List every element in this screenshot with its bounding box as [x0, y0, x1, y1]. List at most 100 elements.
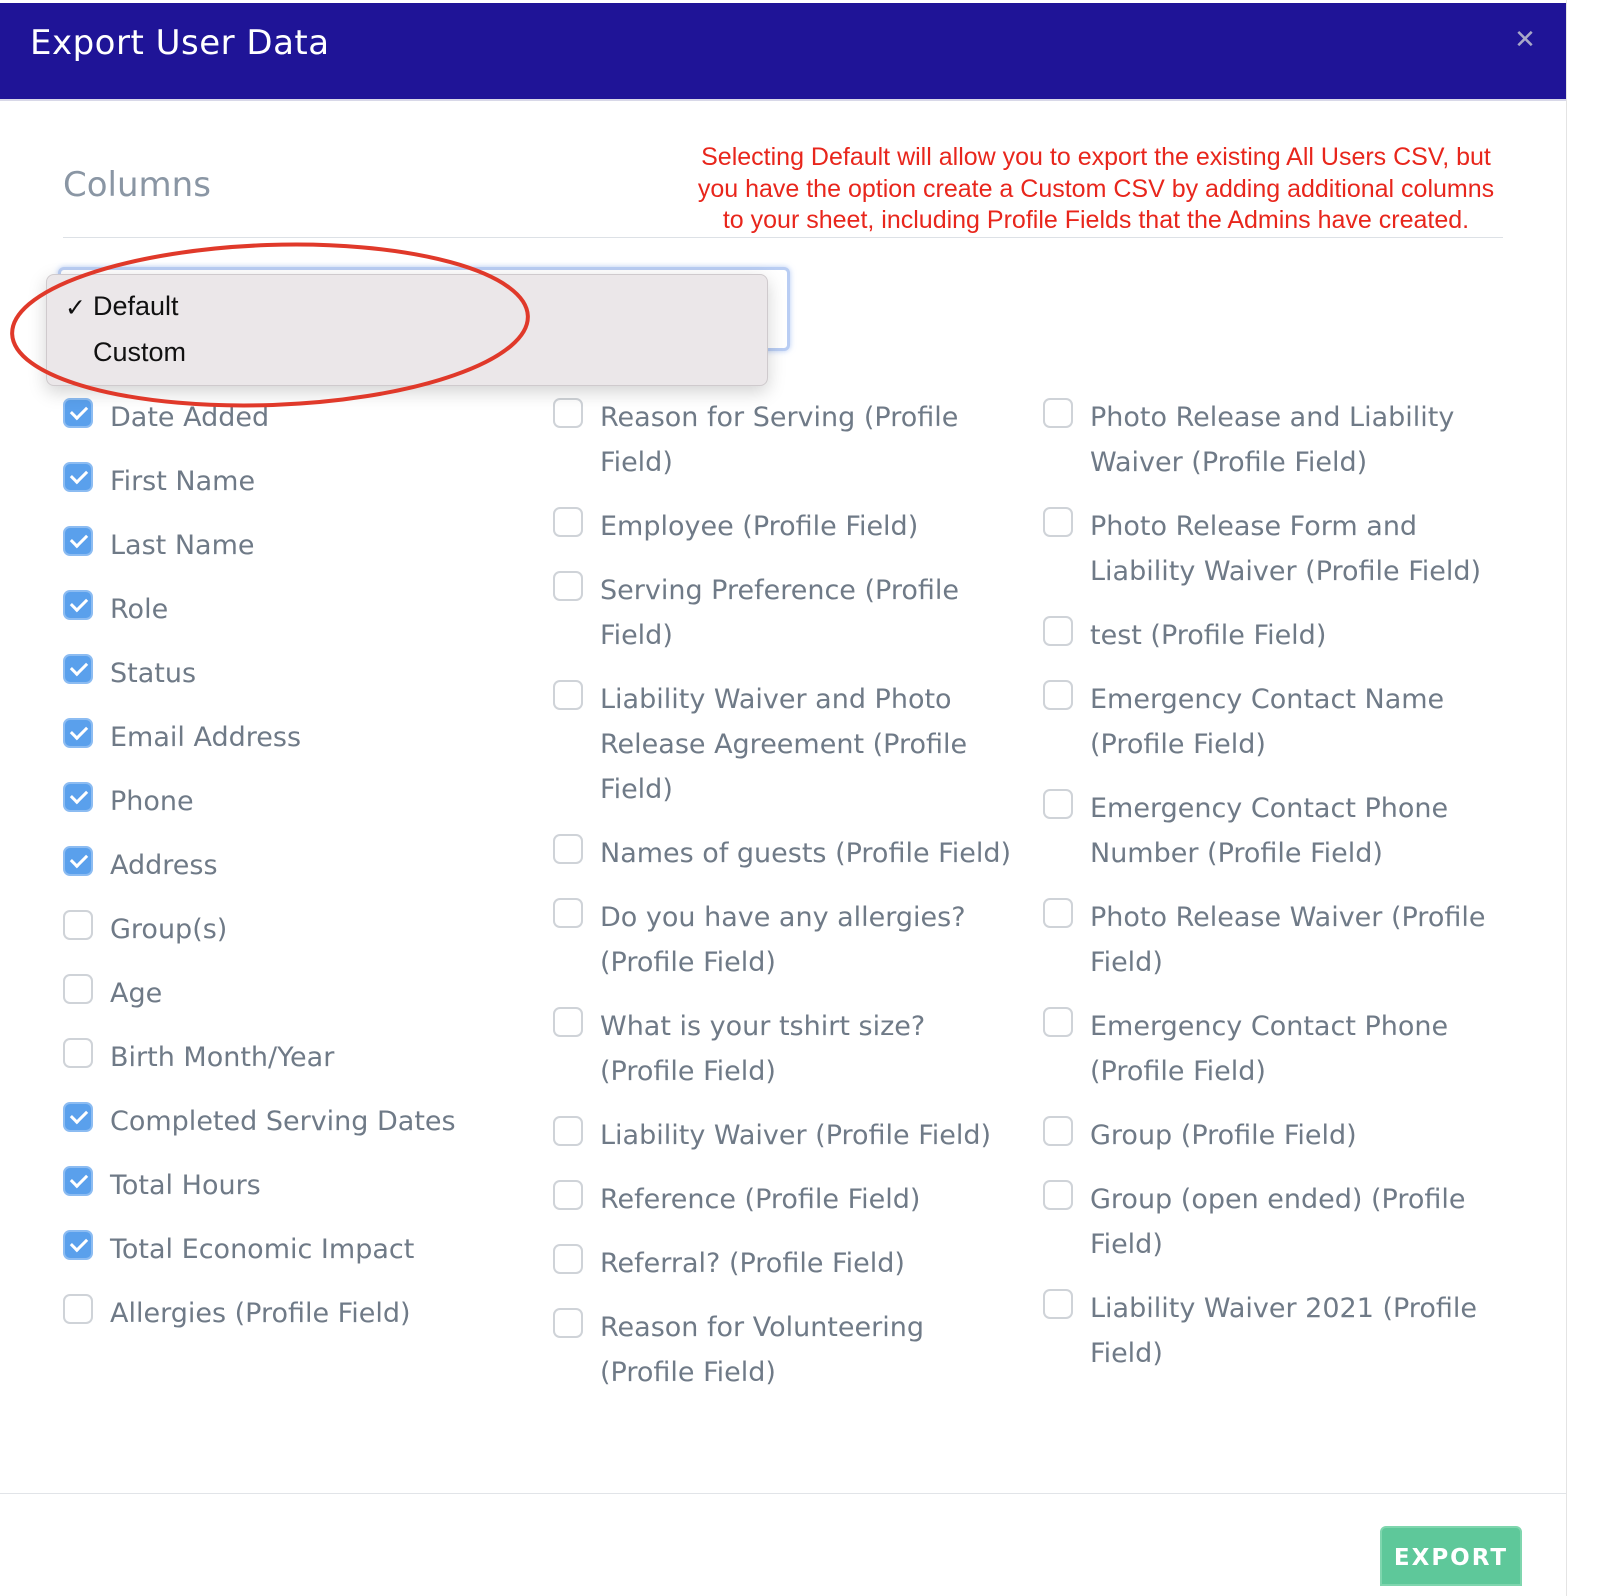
- checkbox-item-reason-for-serving-profile-field[interactable]: Reason for Serving (Profile Field): [553, 395, 1013, 485]
- checkbox-unchecked[interactable]: [63, 910, 93, 940]
- checkbox-unchecked[interactable]: [1043, 789, 1073, 819]
- checkbox-label: Phone: [110, 786, 194, 817]
- checkbox-checked[interactable]: [63, 1230, 93, 1260]
- checkbox-item-group-profile-field[interactable]: Group (Profile Field): [1043, 1113, 1503, 1158]
- checkbox-item-date-added[interactable]: Date Added: [63, 395, 523, 440]
- checkbox-unchecked[interactable]: [553, 1244, 583, 1274]
- checkbox-item-address[interactable]: Address: [63, 843, 523, 888]
- checkbox-label: Date Added: [110, 402, 270, 433]
- checkbox-unchecked[interactable]: [1043, 398, 1073, 428]
- checkbox-item-completed-serving-dates[interactable]: Completed Serving Dates: [63, 1099, 523, 1144]
- checkbox-unchecked[interactable]: [553, 1180, 583, 1210]
- checkbox-unchecked[interactable]: [553, 834, 583, 864]
- checkbox-unchecked[interactable]: [553, 1007, 583, 1037]
- checkbox-unchecked[interactable]: [1043, 1180, 1073, 1210]
- checkbox-item-group-open-ended-profile-field[interactable]: Group (open ended) (Profile Field): [1043, 1177, 1503, 1267]
- dropdown-option-label: Default: [93, 291, 179, 321]
- checkbox-item-referral-profile-field[interactable]: Referral? (Profile Field): [553, 1241, 1013, 1286]
- checkbox-unchecked[interactable]: [1043, 680, 1073, 710]
- dropdown-option-custom[interactable]: Custom: [47, 333, 767, 377]
- checkbox-checked[interactable]: [63, 526, 93, 556]
- checkbox-label: Emergency Contact Phone (Profile Field): [1090, 1011, 1449, 1087]
- checkbox-checked[interactable]: [63, 1166, 93, 1196]
- checkbox-item-birth-month-year[interactable]: Birth Month/Year: [63, 1035, 523, 1080]
- checkbox-label: Group (open ended) (Profile Field): [1090, 1184, 1466, 1260]
- checkbox-label: Role: [110, 594, 169, 625]
- checkbox-unchecked[interactable]: [553, 398, 583, 428]
- checkbox-item-reference-profile-field[interactable]: Reference (Profile Field): [553, 1177, 1013, 1222]
- checkbox-label: Liability Waiver and Photo Release Agree…: [600, 684, 968, 805]
- dropdown-option-default[interactable]: ✓ Default: [47, 287, 767, 331]
- checkbox-item-email-address[interactable]: Email Address: [63, 715, 523, 760]
- checkbox-checked[interactable]: [63, 590, 93, 620]
- checkbox-item-liability-waiver-profile-field[interactable]: Liability Waiver (Profile Field): [553, 1113, 1013, 1158]
- checkbox-item-role[interactable]: Role: [63, 587, 523, 632]
- checkbox-label: Last Name: [110, 530, 255, 561]
- checkbox-item-test-profile-field[interactable]: test (Profile Field): [1043, 613, 1503, 658]
- checkbox-item-names-of-guests-profile-field[interactable]: Names of guests (Profile Field): [553, 831, 1013, 876]
- checkbox-item-photo-release-waiver-profile-field[interactable]: Photo Release Waiver (Profile Field): [1043, 895, 1503, 985]
- checkbox-item-photo-release-and-liability-waiver-profile-field[interactable]: Photo Release and Liability Waiver (Prof…: [1043, 395, 1503, 485]
- checkbox-item-group-s[interactable]: Group(s): [63, 907, 523, 952]
- checkbox-unchecked[interactable]: [1043, 616, 1073, 646]
- checkbox-label: Emergency Contact Name (Profile Field): [1090, 684, 1445, 760]
- checkbox-label: Liability Waiver (Profile Field): [600, 1120, 992, 1151]
- checkbox-item-do-you-have-any-allergies-profile-field[interactable]: Do you have any allergies? (Profile Fiel…: [553, 895, 1013, 985]
- dropdown-option-label: Custom: [93, 337, 187, 367]
- checkbox-checked[interactable]: [63, 782, 93, 812]
- window-edge: [1566, 0, 1598, 1596]
- checkbox-label: Completed Serving Dates: [110, 1106, 456, 1137]
- checkbox-unchecked[interactable]: [1043, 1007, 1073, 1037]
- footer-divider: [0, 1493, 1566, 1494]
- checkbox-checked[interactable]: [63, 654, 93, 684]
- checkbox-label: Employee (Profile Field): [600, 511, 919, 542]
- checkbox-label: Group(s): [110, 914, 228, 945]
- columns-heading: Columns: [63, 165, 211, 205]
- checkbox-unchecked[interactable]: [553, 898, 583, 928]
- checkbox-checked[interactable]: [63, 718, 93, 748]
- columns-list-1: Date Added First Name Last Name Role Status E…: [63, 395, 523, 1355]
- checkbox-unchecked[interactable]: [63, 974, 93, 1004]
- checkbox-item-liability-waiver-and-photo-release-agreement-profile-field[interactable]: Liability Waiver and Photo Release Agree…: [553, 677, 1013, 812]
- checkbox-unchecked[interactable]: [553, 680, 583, 710]
- checkbox-item-reason-for-volunteering-profile-field[interactable]: Reason for Volunteering (Profile Field): [553, 1305, 1013, 1395]
- checkbox-checked[interactable]: [63, 398, 93, 428]
- checkbox-checked[interactable]: [63, 846, 93, 876]
- checkbox-checked[interactable]: [63, 462, 93, 492]
- checkbox-item-emergency-contact-phone-number-profile-field[interactable]: Emergency Contact Phone Number (Profile …: [1043, 786, 1503, 876]
- checkbox-unchecked[interactable]: [63, 1294, 93, 1324]
- export-button[interactable]: EXPORT: [1380, 1526, 1522, 1586]
- checkbox-item-last-name[interactable]: Last Name: [63, 523, 523, 568]
- checkbox-item-allergies-profile-field[interactable]: Allergies (Profile Field): [63, 1291, 523, 1336]
- checkbox-label: Names of guests (Profile Field): [600, 838, 1011, 869]
- checkbox-unchecked[interactable]: [1043, 1289, 1073, 1319]
- checkbox-item-total-economic-impact[interactable]: Total Economic Impact: [63, 1227, 523, 1272]
- checkbox-item-what-is-your-tshirt-size-profile-field[interactable]: What is your tshirt size? (Profile Field…: [553, 1004, 1013, 1094]
- checkbox-item-emergency-contact-name-profile-field[interactable]: Emergency Contact Name (Profile Field): [1043, 677, 1503, 767]
- checkbox-unchecked[interactable]: [553, 507, 583, 537]
- checkbox-item-total-hours[interactable]: Total Hours: [63, 1163, 523, 1208]
- checkbox-unchecked[interactable]: [553, 571, 583, 601]
- checkbox-item-emergency-contact-phone-profile-field[interactable]: Emergency Contact Phone (Profile Field): [1043, 1004, 1503, 1094]
- checkbox-item-status[interactable]: Status: [63, 651, 523, 696]
- checkbox-item-phone[interactable]: Phone: [63, 779, 523, 824]
- checkbox-label: Email Address: [110, 722, 302, 753]
- checkbox-checked[interactable]: [63, 1102, 93, 1132]
- checkbox-label: Address: [110, 850, 218, 881]
- checkbox-label: Status: [110, 658, 197, 689]
- checkbox-unchecked[interactable]: [553, 1308, 583, 1338]
- checkbox-item-liability-waiver-2021-profile-field[interactable]: Liability Waiver 2021 (Profile Field): [1043, 1286, 1503, 1376]
- checkbox-unchecked[interactable]: [1043, 898, 1073, 928]
- checkbox-label: Serving Preference (Profile Field): [600, 575, 959, 651]
- checkbox-unchecked[interactable]: [553, 1116, 583, 1146]
- checkbox-unchecked[interactable]: [63, 1038, 93, 1068]
- checkbox-item-photo-release-form-and-liability-waiver-profile-field[interactable]: Photo Release Form and Liability Waiver …: [1043, 504, 1503, 594]
- checkbox-unchecked[interactable]: [1043, 507, 1073, 537]
- checkbox-item-serving-preference-profile-field[interactable]: Serving Preference (Profile Field): [553, 568, 1013, 658]
- checkbox-item-first-name[interactable]: First Name: [63, 459, 523, 504]
- checkbox-unchecked[interactable]: [1043, 1116, 1073, 1146]
- checkbox-label: Referral? (Profile Field): [600, 1248, 905, 1279]
- close-icon[interactable]: ✕: [1512, 27, 1538, 53]
- checkbox-item-age[interactable]: Age: [63, 971, 523, 1016]
- checkbox-item-employee-profile-field[interactable]: Employee (Profile Field): [553, 504, 1013, 549]
